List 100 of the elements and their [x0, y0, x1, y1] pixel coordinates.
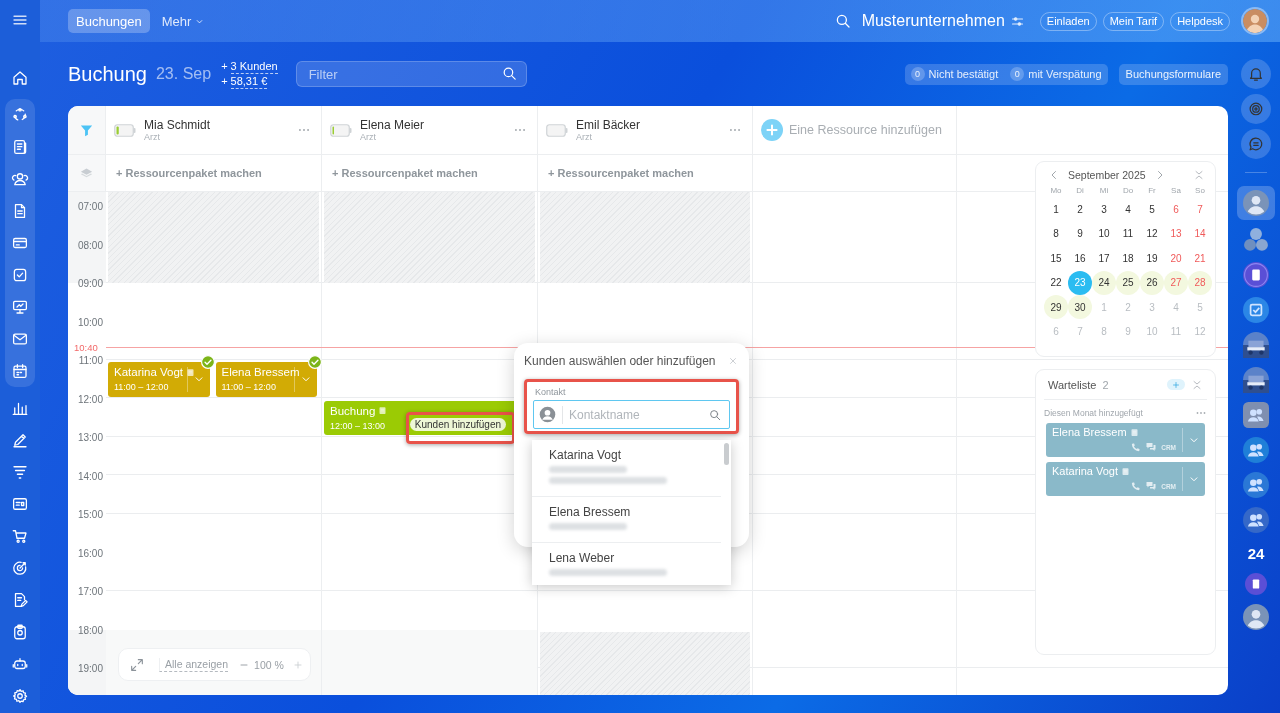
calendar-day[interactable]: 5: [1140, 197, 1164, 221]
checkbox-icon[interactable]: [1243, 297, 1269, 323]
forms-button[interactable]: Buchungsformulare: [1118, 63, 1228, 85]
create-package-link[interactable]: + Ressourcenpaket machen: [548, 167, 694, 179]
pen-icon[interactable]: [11, 431, 29, 449]
calendar-day[interactable]: 7: [1068, 319, 1092, 344]
target-icon[interactable]: [11, 559, 29, 577]
group-icon[interactable]: [1243, 472, 1269, 498]
group-icon[interactable]: [1243, 507, 1269, 533]
group-avatar[interactable]: [1243, 227, 1269, 253]
stat-link[interactable]: 3 Kunden: [230, 59, 278, 74]
avatar[interactable]: [1243, 604, 1269, 630]
spiral-icon[interactable]: [1241, 94, 1271, 124]
search-icon[interactable]: [708, 408, 722, 422]
calendar-day[interactable]: 11: [1116, 221, 1140, 246]
calendar-day[interactable]: 3: [1092, 197, 1116, 221]
calendar-day[interactable]: 21: [1188, 246, 1212, 270]
calendar-day[interactable]: 7: [1188, 197, 1212, 221]
people-icon[interactable]: [11, 170, 29, 188]
mail-icon[interactable]: [11, 330, 29, 348]
calendar-day[interactable]: 8: [1044, 221, 1068, 246]
presentation-icon[interactable]: [11, 298, 29, 316]
calendar-day[interactable]: 9: [1116, 319, 1140, 344]
calendar-day[interactable]: 1: [1044, 197, 1068, 221]
scrollbar-thumb[interactable]: [724, 443, 729, 465]
calendar-day[interactable]: 11: [1164, 319, 1188, 344]
calendar-day[interactable]: 2: [1068, 197, 1092, 221]
company-name[interactable]: Musterunternehmen: [861, 12, 1005, 30]
calendar-day[interactable]: 12: [1188, 319, 1212, 344]
create-package-link[interactable]: + Ressourcenpaket machen: [332, 167, 478, 179]
calendar-day[interactable]: 24: [1092, 270, 1116, 295]
calendar-day[interactable]: 19: [1140, 246, 1164, 270]
waitlist-title: Warteliste: [1048, 378, 1097, 391]
calendar-day[interactable]: 25: [1116, 270, 1140, 295]
calendar-icon[interactable]: [11, 362, 29, 380]
clipboard-icon[interactable]: [11, 623, 29, 641]
calendar-day[interactable]: 23: [1068, 270, 1092, 295]
add-resource-button[interactable]: Eine Ressource hinzufügen: [761, 119, 942, 141]
calendar-day[interactable]: 30: [1068, 295, 1092, 319]
calendar-day[interactable]: 3: [1140, 295, 1164, 319]
calendar-day[interactable]: 27: [1164, 270, 1188, 295]
group-icon[interactable]: [1243, 402, 1269, 428]
calendar-day[interactable]: 6: [1044, 319, 1068, 344]
booking-block[interactable]: Elena Bressem 11:00 – 12:00: [215, 362, 317, 397]
funnel-icon[interactable]: [11, 463, 29, 481]
app-logo[interactable]: 24: [1247, 540, 1265, 566]
checkbox-icon[interactable]: [11, 266, 29, 284]
calendar-day[interactable]: 28: [1188, 270, 1212, 295]
expand-icon[interactable]: [129, 656, 145, 673]
nav-tab[interactable]: Mehr: [153, 9, 214, 33]
status-filter[interactable]: 0 mit Verspätung: [1010, 67, 1102, 81]
status-filter[interactable]: 0 Nicht bestätigt: [910, 67, 999, 81]
calendar-day[interactable]: 10: [1092, 221, 1116, 246]
suggestion-item[interactable]: Elena Bressem: [532, 497, 721, 543]
home-icon[interactable]: [11, 69, 29, 87]
document-icon[interactable]: [11, 138, 29, 156]
show-all-link[interactable]: Alle anzeigen: [159, 657, 229, 672]
contact-search-field[interactable]: Kontaktname: [533, 400, 730, 429]
calendar-day[interactable]: 10: [1140, 319, 1164, 344]
document-icon[interactable]: [1245, 573, 1267, 595]
calendar-day[interactable]: 6: [1164, 197, 1188, 221]
group-icon[interactable]: [1243, 437, 1269, 463]
calendar-day[interactable]: 14: [1188, 221, 1212, 246]
stat-link[interactable]: 58,31 €: [230, 74, 268, 89]
calendar-day[interactable]: 26: [1140, 270, 1164, 295]
create-package-link[interactable]: + Ressourcenpaket machen: [116, 167, 262, 179]
calendar-day[interactable]: 17: [1092, 246, 1116, 270]
calendar-day[interactable]: 13: [1164, 221, 1188, 246]
calendar-day[interactable]: 22: [1044, 270, 1068, 295]
settings-icon[interactable]: [11, 687, 29, 705]
popup-title: Kunden auswählen oder hinzufügen: [524, 354, 716, 368]
calendar-day[interactable]: 18: [1116, 246, 1140, 270]
booking-block[interactable]: Katarina Vogt 11:00 – 12:00: [108, 362, 210, 397]
calendar-day[interactable]: 20: [1164, 246, 1188, 270]
calendar-day[interactable]: 15: [1044, 246, 1068, 270]
avatar[interactable]: [1243, 190, 1269, 216]
calendar-day[interactable]: 9: [1068, 221, 1092, 246]
notifications-icon[interactable]: [1241, 59, 1271, 89]
zoom-level: 100 %: [254, 658, 284, 671]
calendar-day[interactable]: 12: [1140, 221, 1164, 246]
calendar-day[interactable]: 4: [1164, 295, 1188, 319]
calendar-day[interactable]: 29: [1044, 295, 1068, 319]
resource-name[interactable]: Emil Bäcker: [576, 118, 720, 132]
client-name: Elena Bressem: [1052, 426, 1127, 438]
chat-icon[interactable]: [1241, 129, 1271, 159]
suggestion-item[interactable]: Katarina Vogt: [532, 440, 721, 497]
nav-tab[interactable]: Buchungen: [68, 9, 150, 33]
calendar-day[interactable]: 8: [1092, 319, 1116, 344]
resource-name[interactable]: Mia Schmidt: [144, 118, 289, 132]
suggestion-item[interactable]: Lena Weber: [532, 543, 721, 585]
cart-icon[interactable]: [11, 527, 29, 545]
resource-name[interactable]: Elena Meier: [360, 118, 505, 132]
id-card-icon[interactable]: [11, 495, 29, 513]
calendar-day[interactable]: 1: [1092, 295, 1116, 319]
calendar-day[interactable]: 4: [1116, 197, 1140, 221]
calendar-day[interactable]: 16: [1068, 246, 1092, 270]
add-customer-button[interactable]: Kunden hinzufügen: [409, 418, 506, 431]
calendar-day[interactable]: 2: [1116, 295, 1140, 319]
calendar-day[interactable]: 5: [1188, 295, 1212, 319]
document-icon[interactable]: [1243, 262, 1269, 288]
